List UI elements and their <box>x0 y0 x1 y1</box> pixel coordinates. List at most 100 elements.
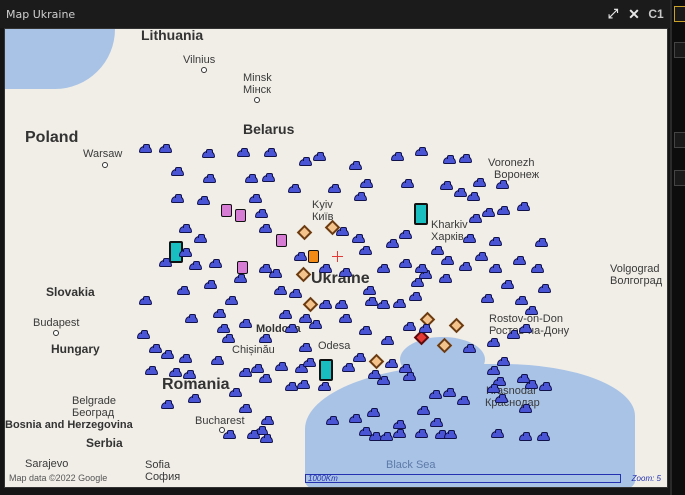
unit-icon[interactable] <box>319 359 333 381</box>
tank-marker-icon[interactable] <box>539 382 552 391</box>
tank-marker-icon[interactable] <box>467 192 480 201</box>
tank-marker-icon[interactable] <box>179 354 192 363</box>
tank-marker-icon[interactable] <box>209 259 222 268</box>
event-diamond-icon[interactable] <box>296 224 313 241</box>
side-panel-item[interactable] <box>674 6 685 22</box>
tank-marker-icon[interactable] <box>328 184 341 193</box>
tank-marker-icon[interactable] <box>171 167 184 176</box>
tank-marker-icon[interactable] <box>245 174 258 183</box>
tank-marker-icon[interactable] <box>145 366 158 375</box>
tank-marker-icon[interactable] <box>411 278 424 287</box>
tank-marker-icon[interactable] <box>239 404 252 413</box>
tank-marker-icon[interactable] <box>139 144 152 153</box>
close-icon[interactable]: ✕ <box>625 5 643 23</box>
tank-marker-icon[interactable] <box>497 357 510 366</box>
tank-marker-icon[interactable] <box>380 432 393 441</box>
tank-marker-icon[interactable] <box>491 429 504 438</box>
tank-marker-icon[interactable] <box>439 274 452 283</box>
tank-marker-icon[interactable] <box>269 269 282 278</box>
tank-marker-icon[interactable] <box>336 227 349 236</box>
tank-marker-icon[interactable] <box>403 372 416 381</box>
tank-marker-icon[interactable] <box>463 344 476 353</box>
tank-marker-icon[interactable] <box>303 358 316 367</box>
tank-marker-icon[interactable] <box>339 314 352 323</box>
tank-marker-icon[interactable] <box>415 147 428 156</box>
tank-marker-icon[interactable] <box>525 380 538 389</box>
tank-marker-icon[interactable] <box>194 234 207 243</box>
tank-marker-icon[interactable] <box>223 430 236 439</box>
tank-marker-icon[interactable] <box>213 309 226 318</box>
tank-marker-icon[interactable] <box>274 286 287 295</box>
tank-marker-icon[interactable] <box>513 256 526 265</box>
tank-marker-icon[interactable] <box>475 252 488 261</box>
tank-marker-icon[interactable] <box>318 382 331 391</box>
event-diamond-icon[interactable] <box>368 353 385 370</box>
map-canvas[interactable]: Lithuania Poland Belarus Slovakia Hungar… <box>4 28 668 488</box>
tank-marker-icon[interactable] <box>161 400 174 409</box>
tank-marker-icon[interactable] <box>222 334 235 343</box>
tank-marker-icon[interactable] <box>259 334 272 343</box>
tank-marker-icon[interactable] <box>393 299 406 308</box>
tank-marker-icon[interactable] <box>352 234 365 243</box>
tank-marker-icon[interactable] <box>409 292 422 301</box>
unit-icon[interactable] <box>414 203 428 225</box>
tank-marker-icon[interactable] <box>354 192 367 201</box>
tank-marker-icon[interactable] <box>309 320 322 329</box>
tank-marker-icon[interactable] <box>360 179 373 188</box>
tank-marker-icon[interactable] <box>415 429 428 438</box>
tank-marker-icon[interactable] <box>137 330 150 339</box>
tank-marker-icon[interactable] <box>288 184 301 193</box>
tank-marker-icon[interactable] <box>295 364 308 373</box>
tank-marker-icon[interactable] <box>415 264 428 273</box>
tank-marker-icon[interactable] <box>489 264 502 273</box>
tank-marker-icon[interactable] <box>297 380 310 389</box>
tank-marker-icon[interactable] <box>279 310 292 319</box>
tank-marker-icon[interactable] <box>457 396 470 405</box>
event-diamond-icon[interactable] <box>302 296 319 313</box>
side-panel-item[interactable] <box>674 170 685 186</box>
tank-marker-icon[interactable] <box>335 300 348 309</box>
unit-icon[interactable] <box>221 204 232 217</box>
tank-marker-icon[interactable] <box>519 324 532 333</box>
tank-marker-icon[interactable] <box>204 280 217 289</box>
tank-marker-icon[interactable] <box>399 259 412 268</box>
tank-marker-icon[interactable] <box>537 432 550 441</box>
tank-marker-icon[interactable] <box>339 268 352 277</box>
tank-marker-icon[interactable] <box>386 239 399 248</box>
tank-marker-icon[interactable] <box>171 194 184 203</box>
tank-marker-icon[interactable] <box>519 432 532 441</box>
tank-marker-icon[interactable] <box>169 368 182 377</box>
tank-marker-icon[interactable] <box>203 174 216 183</box>
side-panel-item[interactable] <box>674 42 685 58</box>
tank-marker-icon[interactable] <box>430 418 443 427</box>
tank-marker-icon[interactable] <box>519 404 532 413</box>
tank-marker-icon[interactable] <box>319 300 332 309</box>
tank-marker-icon[interactable] <box>495 394 508 403</box>
event-diamond-icon[interactable] <box>448 317 465 334</box>
tank-marker-icon[interactable] <box>188 394 201 403</box>
unit-icon[interactable] <box>235 209 246 222</box>
tank-marker-icon[interactable] <box>459 262 472 271</box>
tank-marker-icon[interactable] <box>429 390 442 399</box>
tank-marker-icon[interactable] <box>443 155 456 164</box>
tank-marker-icon[interactable] <box>517 202 530 211</box>
tank-marker-icon[interactable] <box>179 224 192 233</box>
tank-marker-icon[interactable] <box>229 388 242 397</box>
tank-marker-icon[interactable] <box>289 289 302 298</box>
tank-marker-icon[interactable] <box>501 280 514 289</box>
tank-marker-icon[interactable] <box>294 252 307 261</box>
unit-icon[interactable] <box>308 250 319 263</box>
tank-marker-icon[interactable] <box>299 157 312 166</box>
tank-marker-icon[interactable] <box>381 336 394 345</box>
tank-marker-icon[interactable] <box>489 237 502 246</box>
tank-marker-icon[interactable] <box>319 264 332 273</box>
tank-marker-icon[interactable] <box>259 224 272 233</box>
title-bar[interactable]: Map Ukraine ⤢ ✕ C1 <box>0 0 670 28</box>
tank-marker-icon[interactable] <box>401 179 414 188</box>
tank-marker-icon[interactable] <box>538 284 551 293</box>
tank-marker-icon[interactable] <box>264 148 277 157</box>
tank-marker-icon[interactable] <box>419 324 432 333</box>
tank-marker-icon[interactable] <box>159 144 172 153</box>
tank-marker-icon[interactable] <box>255 209 268 218</box>
tank-marker-icon[interactable] <box>139 296 152 305</box>
